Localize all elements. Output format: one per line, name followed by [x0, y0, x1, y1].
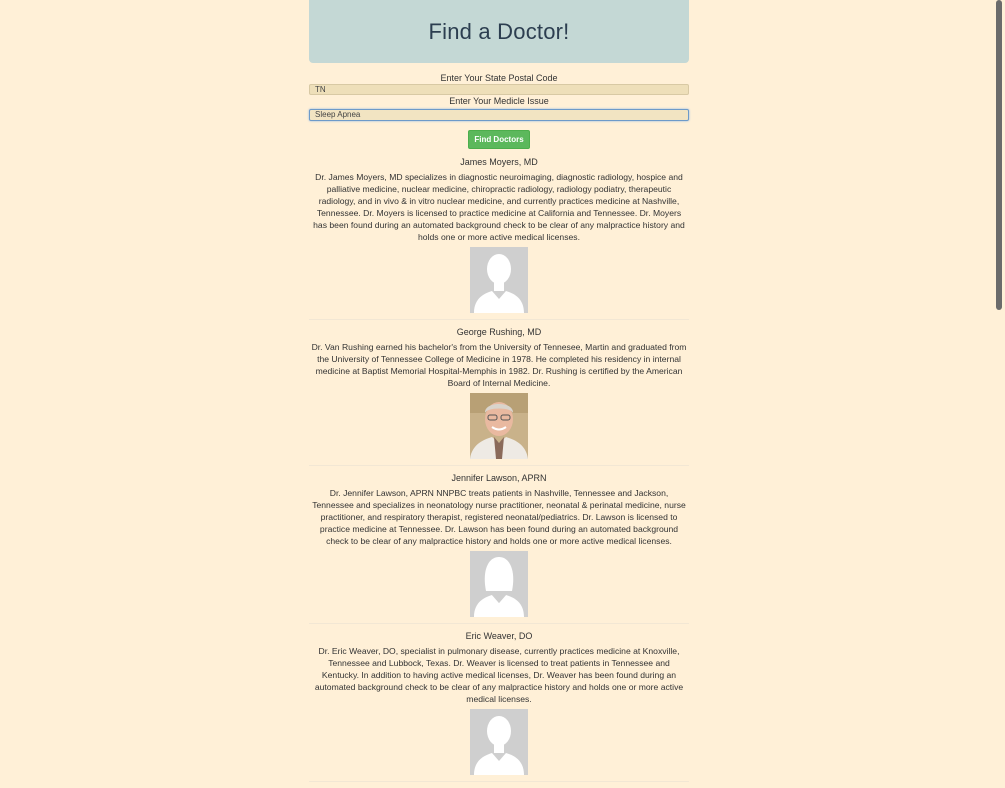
page-title: Find a Doctor!: [428, 18, 570, 44]
doctor-portrait-photo: [470, 393, 528, 459]
male-placeholder-avatar: [470, 709, 528, 775]
doctor-bio: Dr. James Moyers, MD specializes in diag…: [313, 172, 685, 242]
doctor-name: George Rushing, MD: [456, 327, 542, 337]
state-input[interactable]: TN: [309, 84, 689, 95]
doctor-name: Jennifer Lawson, APRN: [451, 473, 547, 483]
doctor-name: Eric Weaver, DO: [465, 631, 533, 641]
doctor-card: Jennifer Lawson, APRN Dr. Jennifer Lawso…: [309, 472, 689, 624]
doctor-bio: Dr. Van Rushing earned his bachelor's fr…: [311, 342, 687, 388]
find-doctors-button[interactable]: Find Doctors: [468, 130, 530, 149]
results-list: James Moyers, MD Dr. James Moyers, MD sp…: [309, 156, 689, 782]
state-label: Enter Your State Postal Code: [440, 73, 558, 83]
female-placeholder-avatar: [470, 551, 528, 617]
male-placeholder-avatar: [470, 247, 528, 313]
page-container: Find a Doctor! Enter Your State Postal C…: [309, 0, 689, 788]
issue-input[interactable]: Sleep Apnea: [309, 109, 689, 121]
header-banner: Find a Doctor!: [309, 0, 689, 63]
scrollbar-thumb[interactable]: [996, 0, 1002, 310]
search-form: Enter Your State Postal Code TN Enter Yo…: [309, 73, 689, 149]
doctor-card: Eric Weaver, DO Dr. Eric Weaver, DO, spe…: [309, 630, 689, 782]
doctor-card: James Moyers, MD Dr. James Moyers, MD sp…: [309, 156, 689, 320]
doctor-card: George Rushing, MD Dr. Van Rushing earne…: [309, 326, 689, 466]
page-scrollbar[interactable]: [993, 0, 1005, 779]
issue-label: Enter Your Medicle Issue: [449, 96, 549, 106]
doctor-name: James Moyers, MD: [460, 157, 538, 167]
doctor-bio: Dr. Eric Weaver, DO, specialist in pulmo…: [314, 646, 684, 704]
doctor-bio: Dr. Jennifer Lawson, APRN NNPBC treats p…: [312, 488, 686, 546]
